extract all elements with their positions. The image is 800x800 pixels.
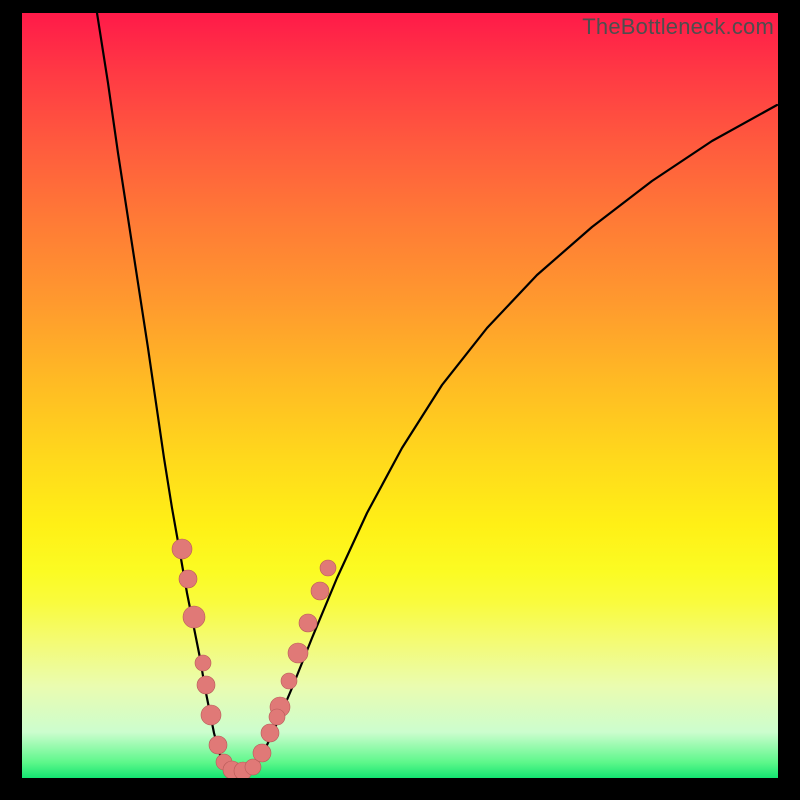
data-dot	[281, 673, 297, 689]
plot-area	[22, 13, 778, 778]
data-dot	[197, 676, 215, 694]
data-dot	[299, 614, 317, 632]
plot-border-bottom	[0, 778, 800, 800]
data-dot	[261, 724, 279, 742]
data-dot	[269, 709, 285, 725]
data-dot	[253, 744, 271, 762]
plot-border-right	[778, 0, 800, 800]
data-dot	[195, 655, 211, 671]
data-dot	[288, 643, 308, 663]
data-dot	[183, 606, 205, 628]
bottleneck-curve	[22, 13, 778, 778]
data-dot	[179, 570, 197, 588]
data-dot	[311, 582, 329, 600]
data-dot	[172, 539, 192, 559]
plot-border-top	[0, 0, 800, 13]
data-dot	[201, 705, 221, 725]
data-dot	[209, 736, 227, 754]
watermark-text: TheBottleneck.com	[582, 14, 774, 40]
plot-border-left	[0, 0, 22, 800]
data-dot	[320, 560, 336, 576]
